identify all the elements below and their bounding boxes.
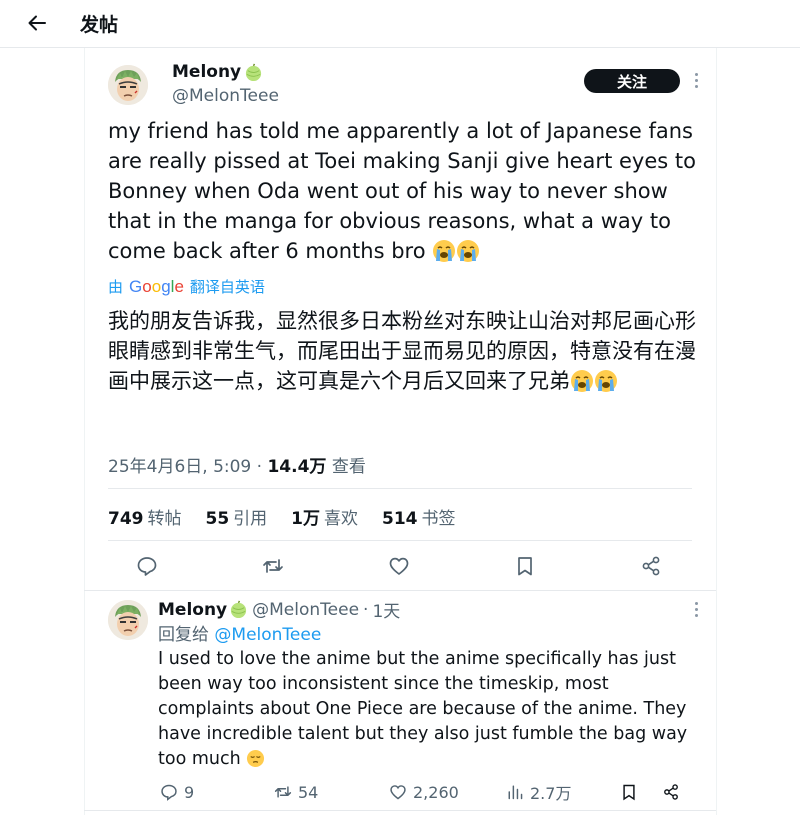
more-options-icon[interactable] xyxy=(688,599,704,619)
author-handle[interactable]: @MelonTeee xyxy=(172,86,279,106)
tweet-actions xyxy=(108,548,692,584)
more-options-icon[interactable] xyxy=(688,70,704,90)
loudly-crying-face-emoji xyxy=(457,240,480,262)
reply-views-button[interactable]: 2.7万 xyxy=(506,779,571,805)
likes-stat[interactable]: 1万 喜欢 xyxy=(291,504,358,529)
loudly-crying-face-emoji xyxy=(433,240,456,262)
page-title: 发帖 xyxy=(80,14,119,36)
melon-emoji-icon xyxy=(231,600,247,619)
analytics-icon xyxy=(508,785,523,800)
reply-text: I used to love the anime but the anime s… xyxy=(158,649,688,769)
loudly-crying-face-emoji xyxy=(571,370,593,392)
retweets-stat[interactable]: 749 转帖 xyxy=(108,504,182,529)
reply-icon[interactable] xyxy=(135,554,159,578)
bookmark-icon[interactable] xyxy=(513,554,537,578)
back-button[interactable] xyxy=(22,8,52,38)
arrow-left-icon xyxy=(28,15,46,31)
melon-emoji-icon xyxy=(246,63,262,81)
loudly-crying-face-emoji xyxy=(595,370,617,392)
divider xyxy=(108,540,692,541)
bookmark-icon xyxy=(623,784,635,801)
reply-icon xyxy=(161,784,177,801)
avatar-image xyxy=(108,65,148,105)
pensive-face-emoji xyxy=(247,749,265,768)
reply-header: Melony @MelonTeee · 1天 xyxy=(158,597,400,623)
column-divider-right xyxy=(716,48,717,815)
bookmarks-stat[interactable]: 514 书签 xyxy=(382,504,456,529)
divider xyxy=(108,488,692,489)
replying-to: 回复给 @MelonTeee xyxy=(158,625,322,645)
follow-button[interactable]: 关注 xyxy=(584,69,680,93)
author-name[interactable]: Melony xyxy=(172,62,263,82)
views-label: 查看 xyxy=(331,457,366,477)
tweet-metadata: 25年4月6日, 5:09 · 14.4万 查看 xyxy=(108,457,366,477)
share-icon[interactable] xyxy=(639,554,663,578)
reply-to-handle-link[interactable]: @MelonTeee xyxy=(214,625,321,645)
reply-bookmark-button[interactable] xyxy=(620,779,638,805)
share-icon xyxy=(664,784,678,800)
translated-text: 我的朋友告诉我，显然很多日本粉丝对东映让山治对邦尼画心形眼睛感到非常生气，而尾田… xyxy=(108,309,696,393)
reply-avatar[interactable] xyxy=(108,600,148,640)
google-logo: Google xyxy=(129,276,184,296)
retweet-icon[interactable] xyxy=(261,554,285,578)
column-divider-left xyxy=(84,48,85,815)
avatar-image xyxy=(108,600,148,640)
reply-author-handle[interactable]: @MelonTeee xyxy=(252,600,359,620)
avatar[interactable] xyxy=(108,65,148,105)
divider xyxy=(84,590,716,591)
top-bar: 发帖 xyxy=(0,0,800,48)
reply-author-name[interactable]: Melony xyxy=(158,600,248,620)
retweet-icon xyxy=(274,786,292,798)
divider xyxy=(84,810,716,811)
engagement-stats: 749 转帖 55 引用 1万 喜欢 514 书签 xyxy=(108,504,456,529)
like-icon xyxy=(390,785,406,800)
reply-retweet-button[interactable]: 54 xyxy=(274,779,318,805)
reply-time[interactable]: 1天 xyxy=(372,597,400,622)
reply-actions: 9 54 2,260 2.7万 xyxy=(158,779,688,805)
reply-reply-button[interactable]: 9 xyxy=(160,779,194,805)
translation-attribution[interactable]: 由 Google 翻译自英语 xyxy=(108,276,265,297)
reply-share-button[interactable] xyxy=(662,779,680,805)
views-count: 14.4万 xyxy=(267,457,327,477)
reply-like-button[interactable]: 2,260 xyxy=(389,779,459,805)
tweet-text: my friend has told me apparently a lot o… xyxy=(108,119,696,263)
timestamp[interactable]: 25年4月6日, 5:09 xyxy=(108,457,251,477)
quotes-stat[interactable]: 55 引用 xyxy=(206,504,268,529)
like-icon[interactable] xyxy=(387,554,411,578)
